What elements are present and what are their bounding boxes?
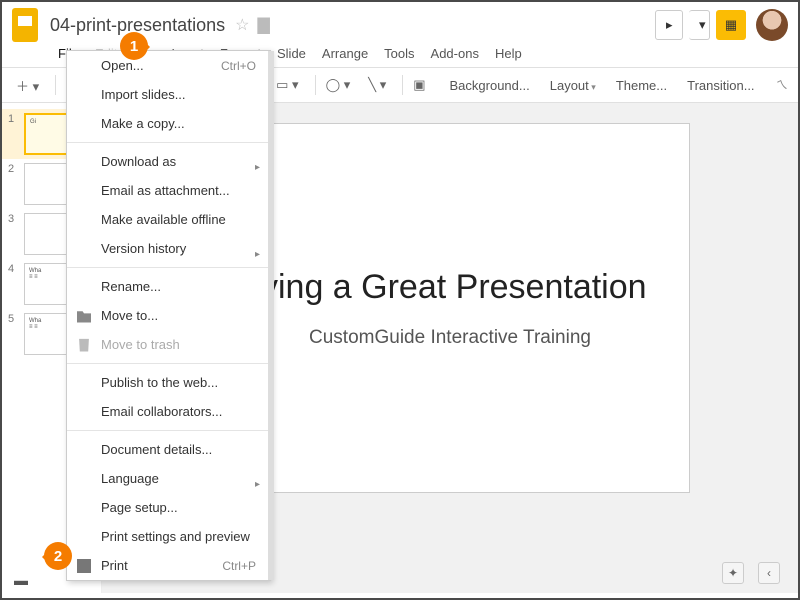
- menu-item-language[interactable]: Language: [67, 464, 270, 493]
- theme-button[interactable]: Theme...: [608, 74, 675, 97]
- menu-scrollbar[interactable]: [268, 51, 274, 580]
- shape-button[interactable]: ◯ ▾: [320, 73, 357, 97]
- menu-item-open[interactable]: Open...Ctrl+O: [67, 51, 270, 80]
- menu-help[interactable]: Help: [495, 46, 522, 61]
- line-button[interactable]: ╲ ▾: [362, 73, 392, 97]
- star-icon[interactable]: ☆: [235, 15, 249, 35]
- callout-1: 1: [120, 32, 148, 60]
- slide-subtitle: CustomGuide Interactive Training: [309, 327, 591, 349]
- menu-item-move-to-trash: Move to trash: [67, 330, 270, 359]
- slide-title: iving a Great Presentation: [253, 268, 646, 307]
- thumb-number: 3: [8, 213, 20, 225]
- menu-item-print-settings-preview[interactable]: Print settings and preview: [67, 522, 270, 551]
- thumb-number: 5: [8, 313, 20, 325]
- menu-item-download-as[interactable]: Download as: [67, 147, 270, 176]
- menu-item-move-to[interactable]: Move to...: [67, 301, 270, 330]
- new-slide-button[interactable]: ＋ ▾: [10, 72, 45, 99]
- background-button[interactable]: Background...: [442, 74, 538, 97]
- explore-button[interactable]: ✦: [722, 562, 744, 584]
- slides-app-icon: [12, 8, 38, 42]
- menu-slide[interactable]: Slide: [277, 46, 306, 61]
- present-dropdown[interactable]: ▾: [689, 10, 710, 40]
- file-menu-dropdown: Open...Ctrl+O Import slides... Make a co…: [66, 50, 271, 581]
- comment-button[interactable]: ▣: [407, 73, 431, 97]
- menu-item-email-collaborators[interactable]: Email collaborators...: [67, 397, 270, 426]
- menu-item-document-details[interactable]: Document details...: [67, 435, 270, 464]
- layout-button[interactable]: Layout: [542, 74, 604, 97]
- menu-tools[interactable]: Tools: [384, 46, 414, 61]
- menu-item-print[interactable]: PrintCtrl+P: [67, 551, 270, 580]
- callout-2: 2: [44, 542, 72, 570]
- thumb-number: 1: [8, 113, 20, 125]
- speaker-notes-toggle[interactable]: ▬: [14, 572, 28, 588]
- thumb-number: 2: [8, 163, 20, 175]
- apps-button[interactable]: ▦: [716, 10, 746, 40]
- slide-canvas[interactable]: iving a Great Presentation CustomGuide I…: [210, 123, 690, 493]
- menu-item-email-attachment[interactable]: Email as attachment...: [67, 176, 270, 205]
- menu-item-available-offline[interactable]: Make available offline: [67, 205, 270, 234]
- thumb-number: 4: [8, 263, 20, 275]
- menu-item-version-history[interactable]: Version history: [67, 234, 270, 263]
- menu-item-make-copy[interactable]: Make a copy...: [67, 109, 270, 138]
- menu-arrange[interactable]: Arrange: [322, 46, 368, 61]
- transition-button[interactable]: Transition...: [679, 74, 762, 97]
- menu-item-publish-web[interactable]: Publish to the web...: [67, 368, 270, 397]
- menu-item-rename[interactable]: Rename...: [67, 272, 270, 301]
- move-folder-icon[interactable]: ▇: [257, 15, 269, 35]
- image-button[interactable]: ▭ ▾: [270, 73, 304, 97]
- menu-item-import-slides[interactable]: Import slides...: [67, 80, 270, 109]
- menu-item-page-setup[interactable]: Page setup...: [67, 493, 270, 522]
- collapse-toolbar-icon[interactable]: ㄟ: [776, 76, 788, 93]
- present-button[interactable]: ▸: [655, 10, 683, 40]
- account-avatar[interactable]: [756, 9, 788, 41]
- chevron-left-icon[interactable]: ‹: [758, 562, 780, 584]
- menu-addons[interactable]: Add-ons: [431, 46, 479, 61]
